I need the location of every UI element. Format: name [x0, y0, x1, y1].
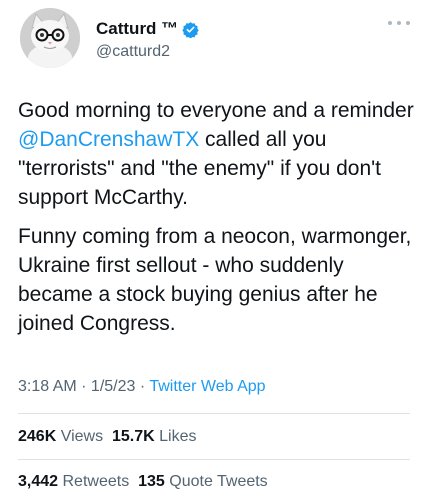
verified-badge-icon [182, 21, 199, 38]
more-dot [388, 21, 392, 25]
avatar[interactable] [20, 8, 80, 68]
tweet-time[interactable]: 3:18 AM [18, 378, 77, 395]
tweet-meta: 3:18 AM · 1/5/23 · Twitter Web App [18, 378, 266, 396]
retweet-stats: 3,442 Retweets 135 Quote Tweets [18, 473, 268, 491]
tweet-source[interactable]: Twitter Web App [149, 378, 265, 395]
likes-count[interactable]: 15.7K [112, 428, 155, 445]
quote-tweets-count[interactable]: 135 [138, 473, 165, 490]
more-dot [406, 21, 410, 25]
tweet-paragraph-1: Good morning to everyone and a reminder … [18, 96, 418, 212]
tweet-text: Good morning to everyone and a reminder … [18, 96, 418, 348]
divider [18, 459, 410, 460]
likes-label[interactable]: Likes [159, 428, 196, 445]
handle[interactable]: @catturd2 [96, 43, 199, 61]
more-dot [397, 21, 401, 25]
display-name[interactable]: Catturd ™ [96, 19, 178, 39]
tweet-header: Catturd ™ @catturd2 [20, 8, 410, 70]
retweets-label[interactable]: Retweets [63, 473, 130, 490]
meta-separator: · [76, 378, 91, 395]
views-likes-stats: 246K Views 15.7K Likes [18, 428, 197, 446]
author-names: Catturd ™ @catturd2 [96, 17, 199, 61]
tweet-card: Catturd ™ @catturd2 Good morning to ever… [0, 0, 425, 500]
divider [18, 413, 410, 414]
meta-separator: · [135, 378, 150, 395]
cat-avatar-icon [20, 8, 80, 68]
views-count: 246K [18, 428, 57, 445]
retweets-count[interactable]: 3,442 [18, 473, 58, 490]
views-label: Views [60, 428, 104, 445]
tweet-paragraph-2: Funny coming from a neocon, warmonger, U… [18, 225, 412, 335]
display-name-row: Catturd ™ [96, 17, 199, 41]
more-options-icon[interactable] [388, 18, 410, 28]
tweet-date[interactable]: 1/5/23 [91, 378, 135, 395]
quote-tweets-label[interactable]: Quote Tweets [169, 473, 267, 490]
mention-link[interactable]: @DanCrenshawTX [18, 128, 199, 151]
tweet-text-before-mention: Good morning to everyone and a reminder [18, 99, 414, 122]
